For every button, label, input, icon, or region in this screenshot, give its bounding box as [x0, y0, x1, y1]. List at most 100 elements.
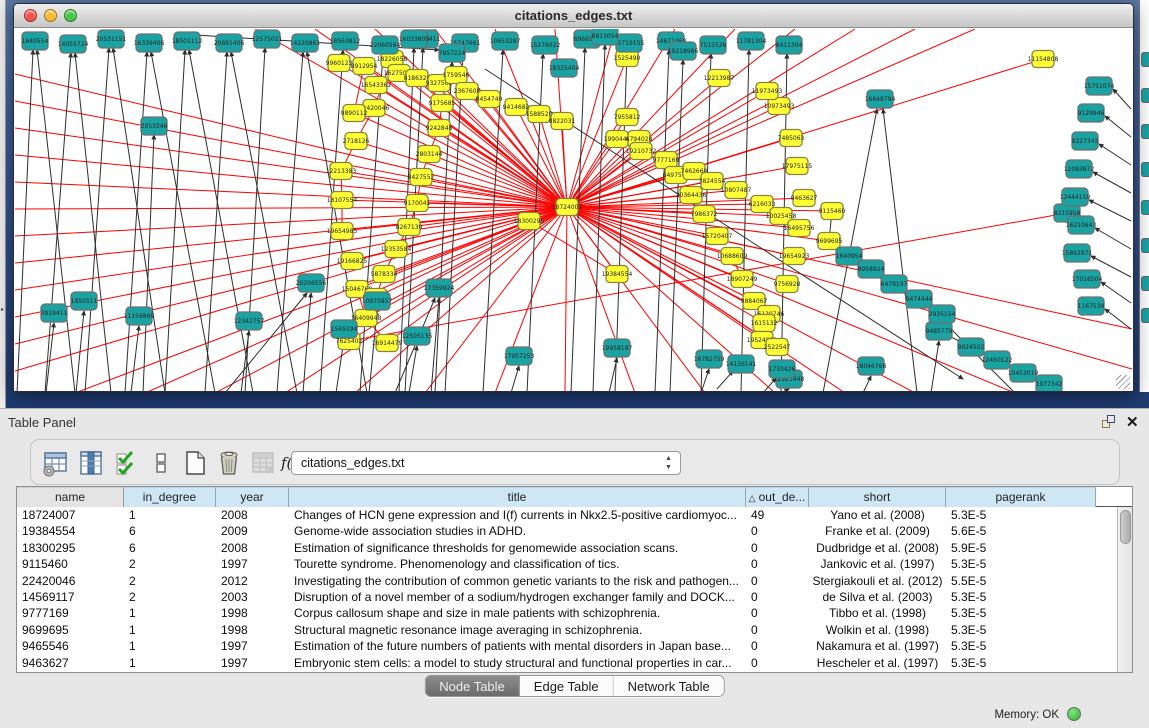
- cell-title[interactable]: Embryonic stem cells: a model to study s…: [289, 655, 746, 671]
- select-rows-button[interactable]: [113, 449, 141, 477]
- cell-pagerank[interactable]: 5.6E-5: [946, 523, 1096, 539]
- cell-in_degree[interactable]: 2: [124, 556, 216, 572]
- cell-in_degree[interactable]: 1: [124, 605, 216, 621]
- cell-title[interactable]: Estimation of the future numbers of pati…: [289, 638, 746, 654]
- cell-name[interactable]: 9463627: [17, 655, 124, 671]
- tab-edge-table[interactable]: Edge Table: [520, 676, 614, 696]
- float-panel-icon[interactable]: [1100, 415, 1118, 431]
- cell-out_de[interactable]: 49: [746, 507, 809, 523]
- cell-out_de[interactable]: 0: [746, 523, 809, 539]
- cell-year[interactable]: 2012: [216, 573, 289, 589]
- table-row[interactable]: 946362711997Embryonic stem cells: a mode…: [17, 655, 1117, 671]
- cell-title[interactable]: Corpus callosum shape and size in male p…: [289, 605, 746, 621]
- table-row[interactable]: 1872400712008Changes of HCN gene express…: [17, 507, 1117, 523]
- cell-name[interactable]: 18724007: [17, 507, 124, 523]
- table-row[interactable]: 946554611997Estimation of the future num…: [17, 638, 1117, 654]
- table-row[interactable]: 1456911722003Disruption of a novel membe…: [17, 589, 1117, 605]
- cell-in_degree[interactable]: 2: [124, 589, 216, 605]
- cell-out_de[interactable]: 0: [746, 589, 809, 605]
- minimize-window-button[interactable]: [44, 9, 57, 22]
- cell-name[interactable]: 9699695: [17, 622, 124, 638]
- table-row[interactable]: 969969511998Structural magnetic resonanc…: [17, 622, 1117, 638]
- close-panel-icon[interactable]: ✕: [1126, 415, 1144, 431]
- cell-year[interactable]: 1998: [216, 622, 289, 638]
- zoom-window-button[interactable]: [64, 9, 77, 22]
- column-header-in_degree[interactable]: in_degree: [124, 487, 216, 507]
- cell-out_de[interactable]: 0: [746, 622, 809, 638]
- cell-title[interactable]: Disruption of a novel member of a sodium…: [289, 589, 746, 605]
- column-header-out_de[interactable]: △out_de...: [746, 487, 809, 507]
- window-resize-grip[interactable]: [1116, 375, 1130, 389]
- cell-year[interactable]: 1997: [216, 655, 289, 671]
- cell-short[interactable]: Jankovic et al. (1997): [809, 556, 946, 572]
- cell-short[interactable]: Tibbo et al. (1998): [809, 605, 946, 621]
- table-row[interactable]: 1830029562008Estimation of significance …: [17, 540, 1117, 556]
- cell-pagerank[interactable]: 5.3E-5: [946, 556, 1096, 572]
- scrollbar-thumb[interactable]: [1120, 510, 1131, 544]
- table-row[interactable]: 2242004622012Investigating the contribut…: [17, 573, 1117, 589]
- cell-year[interactable]: 2008: [216, 507, 289, 523]
- column-header-short[interactable]: short: [809, 487, 946, 507]
- delete-table-button-disabled[interactable]: [249, 449, 277, 477]
- cell-in_degree[interactable]: 1: [124, 622, 216, 638]
- cell-in_degree[interactable]: 6: [124, 523, 216, 539]
- table-row[interactable]: 911546021997Tourette syndrome. Phenomeno…: [17, 556, 1117, 572]
- cell-pagerank[interactable]: 5.9E-5: [946, 540, 1096, 556]
- cell-title[interactable]: Investigating the contribution of common…: [289, 573, 746, 589]
- cell-short[interactable]: Stergiakouli et al. (2012): [809, 573, 946, 589]
- cell-year[interactable]: 1998: [216, 605, 289, 621]
- cell-pagerank[interactable]: 5.3E-5: [946, 605, 1096, 621]
- column-header-pagerank[interactable]: pagerank: [946, 487, 1096, 507]
- window-titlebar[interactable]: citations_edges.txt: [14, 4, 1133, 28]
- cell-title[interactable]: Structural magnetic resonance image aver…: [289, 622, 746, 638]
- cell-short[interactable]: Franke et al. (2009): [809, 523, 946, 539]
- cell-name[interactable]: 9777169: [17, 605, 124, 621]
- cell-year[interactable]: 1997: [216, 638, 289, 654]
- table-row[interactable]: 1938455462009Genome-wide association stu…: [17, 523, 1117, 539]
- cell-year[interactable]: 2003: [216, 589, 289, 605]
- cell-year[interactable]: 2008: [216, 540, 289, 556]
- cell-title[interactable]: Tourette syndrome. Phenomenology and cla…: [289, 556, 746, 572]
- network-canvas[interactable]: 1872400799601238912954182260581627508416…: [15, 29, 1132, 391]
- cell-out_de[interactable]: 0: [746, 638, 809, 654]
- cell-year[interactable]: 1997: [216, 556, 289, 572]
- tab-network-table[interactable]: Network Table: [614, 676, 724, 696]
- cell-short[interactable]: Wolkin et al. (1998): [809, 622, 946, 638]
- cell-title[interactable]: Genome-wide association studies in ADHD.: [289, 523, 746, 539]
- cell-short[interactable]: Nakamura et al. (1997): [809, 638, 946, 654]
- column-header-title[interactable]: title: [289, 487, 746, 507]
- cell-pagerank[interactable]: 5.3E-5: [946, 622, 1096, 638]
- column-chooser-button[interactable]: [77, 449, 105, 477]
- cell-out_de[interactable]: 0: [746, 556, 809, 572]
- tab-node-table[interactable]: Node Table: [425, 676, 520, 696]
- cell-pagerank[interactable]: 5.3E-5: [946, 507, 1096, 523]
- cell-short[interactable]: Yano et al. (2008): [809, 507, 946, 523]
- column-header-year[interactable]: year: [216, 487, 289, 507]
- cell-short[interactable]: Dudbridge et al. (2008): [809, 540, 946, 556]
- cell-year[interactable]: 2009: [216, 523, 289, 539]
- cell-name[interactable]: 22420046: [17, 573, 124, 589]
- cell-in_degree[interactable]: 1: [124, 638, 216, 654]
- table-settings-button[interactable]: [41, 449, 69, 477]
- cell-pagerank[interactable]: 5.3E-5: [946, 638, 1096, 654]
- cell-out_de[interactable]: 0: [746, 573, 809, 589]
- cell-in_degree[interactable]: 1: [124, 655, 216, 671]
- cell-out_de[interactable]: 0: [746, 605, 809, 621]
- delete-trash-button[interactable]: [215, 449, 243, 477]
- cell-name[interactable]: 18300295: [17, 540, 124, 556]
- cell-short[interactable]: de Silva et al. (2003): [809, 589, 946, 605]
- table-selector[interactable]: citations_edges.txt ▲▼: [291, 451, 681, 475]
- cell-in_degree[interactable]: 2: [124, 573, 216, 589]
- table-vertical-scrollbar[interactable]: [1117, 507, 1132, 672]
- new-document-button[interactable]: [181, 449, 209, 477]
- table-row[interactable]: 977716911998Corpus callosum shape and si…: [17, 605, 1117, 621]
- cell-in_degree[interactable]: 6: [124, 540, 216, 556]
- cell-short[interactable]: Hescheler et al. (1997): [809, 655, 946, 671]
- cell-pagerank[interactable]: 5.3E-5: [946, 589, 1096, 605]
- cell-name[interactable]: 14569117: [17, 589, 124, 605]
- cell-name[interactable]: 19384554: [17, 523, 124, 539]
- cell-in_degree[interactable]: 1: [124, 507, 216, 523]
- cell-title[interactable]: Changes of HCN gene expression and I(f) …: [289, 507, 746, 523]
- merge-cells-button[interactable]: [147, 449, 175, 477]
- cell-name[interactable]: 9465546: [17, 638, 124, 654]
